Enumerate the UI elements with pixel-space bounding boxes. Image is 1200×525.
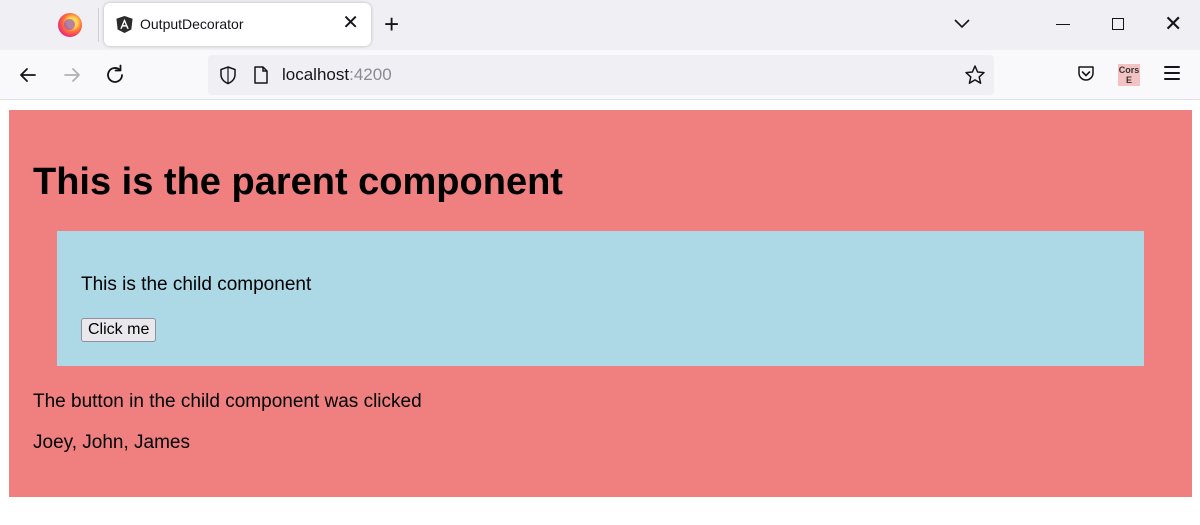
url-text[interactable]: localhost:4200	[282, 65, 392, 85]
click-me-button[interactable]: Click me	[81, 318, 157, 342]
url-host: localhost	[282, 65, 350, 84]
names-list: Joey, John, James	[33, 432, 191, 453]
shield-icon[interactable]	[218, 65, 238, 85]
angular-icon	[116, 15, 133, 34]
parent-component: This is the parent component This is the…	[9, 110, 1192, 497]
minimize-button[interactable]	[1056, 24, 1070, 25]
reload-icon[interactable]	[103, 63, 127, 87]
tab-strip: OutputDecorator ✕ + ✕	[0, 0, 1200, 50]
clicked-message: The button in the child component was cl…	[33, 391, 422, 412]
chevron-down-icon[interactable]	[953, 16, 971, 30]
navigation-toolbar: localhost:4200 Cors E	[0, 50, 1200, 100]
url-bar[interactable]: localhost:4200	[208, 55, 994, 95]
child-text: This is the child component	[81, 274, 312, 295]
cors-extension-icon[interactable]: Cors E	[1118, 64, 1140, 86]
new-tab-button[interactable]: +	[384, 10, 399, 38]
bookmark-star-icon[interactable]	[964, 64, 986, 86]
url-port: :4200	[349, 65, 392, 84]
parent-title: This is the parent component	[33, 161, 563, 203]
firefox-view-icon[interactable]	[58, 13, 82, 37]
forward-arrow-icon[interactable]	[60, 63, 84, 87]
tab-title: OutputDecorator	[140, 16, 244, 32]
tab-separator	[98, 8, 99, 42]
pocket-icon[interactable]	[1076, 64, 1096, 84]
back-arrow-icon[interactable]	[16, 63, 40, 87]
tab-outputdecorator[interactable]: OutputDecorator ✕	[104, 3, 371, 46]
window-close-button[interactable]: ✕	[1164, 10, 1182, 38]
page-icon[interactable]	[252, 65, 270, 85]
child-component: This is the child component Click me	[57, 231, 1144, 366]
tab-close-icon[interactable]: ✕	[342, 11, 359, 35]
hamburger-menu-icon[interactable]	[1164, 66, 1182, 82]
page-viewport: This is the parent component This is the…	[0, 101, 1200, 525]
maximize-button[interactable]	[1112, 18, 1124, 30]
